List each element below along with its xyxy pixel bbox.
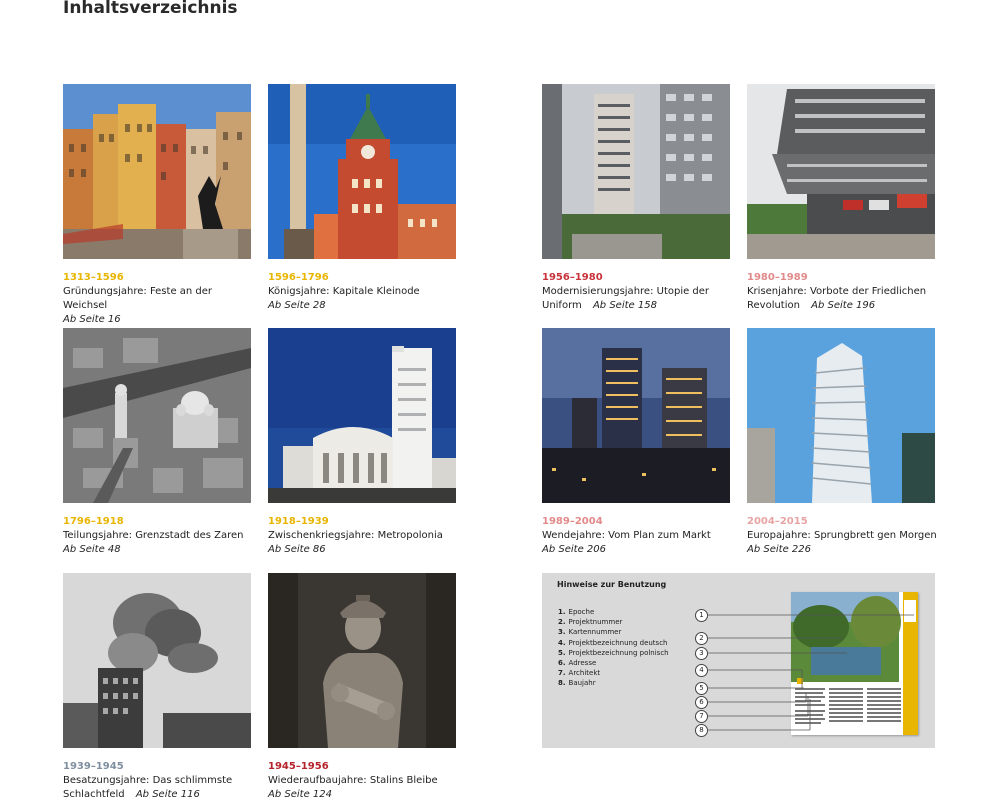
modernist-tower-photo bbox=[268, 328, 456, 503]
entry-years: 1596–1796 bbox=[268, 272, 329, 283]
entry-page: Ab Seite 226 bbox=[747, 544, 811, 555]
usage-notes-panel: Hinweise zur Benutzung 1. Epoche 2. Projek… bbox=[542, 573, 935, 748]
callout-8: 8 bbox=[695, 724, 708, 737]
entry-title: Europajahre: Sprungbrett gen Morgen bbox=[747, 530, 937, 541]
entry-page: Ab Seite 206 bbox=[542, 544, 606, 555]
entry-title: Wendejahre: Vom Plan zum Markt bbox=[542, 530, 711, 541]
entry-page: Ab Seite 86 bbox=[268, 544, 326, 555]
callout-4: 4 bbox=[695, 664, 708, 677]
bombed-building-photo bbox=[63, 573, 251, 748]
twisted-tower-photo bbox=[747, 328, 935, 503]
entry-page: Ab Seite 124 bbox=[268, 789, 332, 800]
entry-title: Gründungsjahre: Feste an der Weichsel bbox=[63, 286, 213, 311]
callout-5: 5 bbox=[695, 682, 708, 695]
entry-years: 1313–1596 bbox=[63, 272, 124, 283]
entry-page: Ab Seite 116 bbox=[135, 789, 200, 800]
entry-title: Wiederaufbaujahre: Stalins Bleibe bbox=[268, 775, 438, 786]
callout-6: 6 bbox=[695, 696, 708, 709]
callout-1: 1 bbox=[695, 609, 708, 622]
sculpture-photo bbox=[268, 573, 456, 748]
entry-years: 1956–1980 bbox=[542, 272, 603, 283]
entry-years: 1796–1918 bbox=[63, 516, 124, 527]
old-town-photo bbox=[63, 84, 251, 259]
entry-years: 1939–1945 bbox=[63, 761, 124, 772]
entry-title: Zwischenkriegsjahre: Metropolonia bbox=[268, 530, 443, 541]
entry-years: 1980–1989 bbox=[747, 272, 808, 283]
entry-years: 2004–2015 bbox=[747, 516, 808, 527]
callout-lines bbox=[708, 614, 914, 731]
entry-page: Ab Seite 158 bbox=[592, 300, 657, 311]
entry-years: 1989–2004 bbox=[542, 516, 603, 527]
callout-7: 7 bbox=[695, 710, 708, 723]
brutalist-building-photo bbox=[747, 84, 935, 259]
entry-page: Ab Seite 196 bbox=[811, 300, 876, 311]
housing-blocks-photo bbox=[542, 84, 730, 259]
entry-page: Ab Seite 28 bbox=[268, 300, 326, 311]
royal-castle-photo bbox=[268, 84, 456, 259]
page-title: Inhaltsverzeichnis bbox=[63, 0, 238, 18]
entry-title: Königsjahre: Kapitale Kleinode bbox=[268, 286, 420, 297]
callout-2: 2 bbox=[695, 632, 708, 645]
entry-years: 1918–1939 bbox=[268, 516, 329, 527]
aerial-city-photo bbox=[63, 328, 251, 503]
callout-3: 3 bbox=[695, 647, 708, 660]
skyscrapers-dusk-photo bbox=[542, 328, 730, 503]
entry-title: Teilungsjahre: Grenzstadt des Zaren bbox=[63, 530, 244, 541]
entry-page: Ab Seite 16 bbox=[63, 314, 121, 325]
entry-years: 1945–1956 bbox=[268, 761, 329, 772]
entry-page: Ab Seite 48 bbox=[63, 544, 121, 555]
